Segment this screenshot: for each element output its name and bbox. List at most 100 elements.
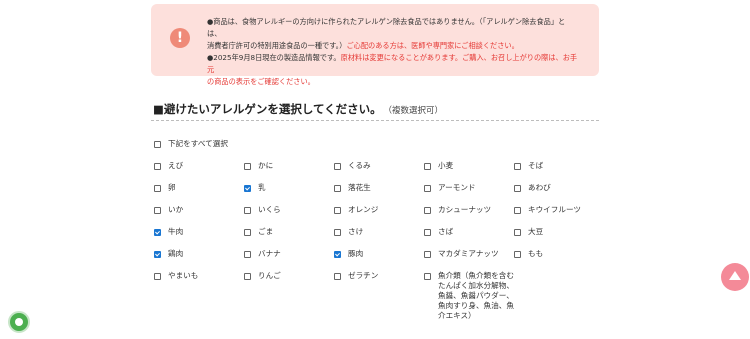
section-divider <box>151 120 599 121</box>
select-all-option-checkbox[interactable] <box>154 141 161 148</box>
allergen-option-15[interactable]: キウイフルーツ <box>514 205 581 215</box>
allergen-option-29[interactable]: 魚介類（魚介類を含むたんぱく加水分解物、魚醤、魚醤パウダー、魚肉すり身、魚油、魚… <box>424 271 518 321</box>
allergen-option-1[interactable]: えび <box>154 161 183 171</box>
allergen-option-16-label: 牛肉 <box>168 227 184 236</box>
allergen-option-1-label: えび <box>168 161 184 170</box>
allergen-heading: ■避けたいアレルゲンを選択してください。 （複数選択可） <box>153 101 443 117</box>
allergen-option-21-label: 鶏肉 <box>168 249 184 258</box>
allergen-option-11-label: いか <box>168 205 184 214</box>
notice-line-3a: ●2025年9月8日現在の製造品情報です。 <box>207 53 341 62</box>
allergen-option-6[interactable]: 卵 <box>154 183 176 193</box>
allergen-option-9-checkbox[interactable] <box>424 185 431 192</box>
allergen-option-9[interactable]: アーモンド <box>424 183 476 193</box>
allergen-option-25-label: もも <box>528 249 544 258</box>
allergen-option-29-checkbox[interactable] <box>424 273 431 280</box>
allergen-option-26-checkbox[interactable] <box>154 273 161 280</box>
accessibility-button[interactable] <box>8 311 30 333</box>
allergen-option-12[interactable]: いくら <box>244 205 281 215</box>
allergen-option-16[interactable]: 牛肉 <box>154 227 183 237</box>
allergen-option-12-checkbox[interactable] <box>244 207 251 214</box>
allergen-option-8-checkbox[interactable] <box>334 185 341 192</box>
allergen-option-23-checkbox[interactable] <box>334 251 341 258</box>
allergen-option-20-label: 大豆 <box>528 227 544 236</box>
allergen-option-20[interactable]: 大豆 <box>514 227 543 237</box>
allergen-option-19-checkbox[interactable] <box>424 229 431 236</box>
allergen-option-3-label: くるみ <box>348 161 371 170</box>
allergen-option-26[interactable]: やまいも <box>154 271 198 281</box>
allergen-option-27-label: りんご <box>258 271 281 280</box>
allergen-option-24-checkbox[interactable] <box>424 251 431 258</box>
allergen-option-23-label: 豚肉 <box>348 249 364 258</box>
notice-line-3: ●2025年9月8日現在の製造品情報です。原材料は変更になることがあります。ご購… <box>207 52 579 76</box>
allergen-option-17-label: ごま <box>258 227 274 236</box>
allergen-option-29-label: 魚介類（魚介類を含むたんぱく加水分解物、魚醤、魚醤パウダー、魚肉すり身、魚油、魚… <box>438 271 514 320</box>
allergen-option-13-checkbox[interactable] <box>334 207 341 214</box>
allergen-option-14[interactable]: カシューナッツ <box>424 205 491 215</box>
allergen-option-28-label: ゼラチン <box>348 271 379 280</box>
allergen-option-8[interactable]: 落花生 <box>334 183 371 193</box>
allergen-option-21[interactable]: 鶏肉 <box>154 249 183 259</box>
allergen-option-24-label: マカダミアナッツ <box>438 249 499 258</box>
allergen-option-10-label: あわび <box>528 183 551 192</box>
allergen-option-11-checkbox[interactable] <box>154 207 161 214</box>
allergen-option-24[interactable]: マカダミアナッツ <box>424 249 499 259</box>
allergy-notice: ! ●商品は、食物アレルギーの方向けに作られたアレルゲン除去食品ではありません。… <box>151 4 599 86</box>
allergen-option-20-checkbox[interactable] <box>514 229 521 236</box>
select-all-option-label: 下記をすべて選択 <box>168 139 228 148</box>
allergen-option-6-checkbox[interactable] <box>154 185 161 192</box>
allergen-option-22[interactable]: バナナ <box>244 249 281 259</box>
allergen-option-8-label: 落花生 <box>348 183 371 192</box>
allergen-heading-sub: （複数選択可） <box>387 106 443 116</box>
allergen-option-10-checkbox[interactable] <box>514 185 521 192</box>
allergen-option-9-label: アーモンド <box>438 183 476 192</box>
allergen-option-25-checkbox[interactable] <box>514 251 521 258</box>
allergen-option-7-checkbox[interactable] <box>244 185 251 192</box>
allergen-option-2-checkbox[interactable] <box>244 163 251 170</box>
allergen-option-17-checkbox[interactable] <box>244 229 251 236</box>
notice-line-2b: ご心配のある方は、医師や専門家にご相談ください。 <box>346 41 519 50</box>
allergen-option-22-label: バナナ <box>258 249 281 258</box>
allergen-option-15-checkbox[interactable] <box>514 207 521 214</box>
allergen-option-7[interactable]: 乳 <box>244 183 266 193</box>
allergen-option-2-label: かに <box>258 161 274 170</box>
allergen-option-19-label: さば <box>438 227 454 236</box>
allergen-option-1-checkbox[interactable] <box>154 163 161 170</box>
exclamation-icon: ! <box>170 28 190 48</box>
allergen-option-11[interactable]: いか <box>154 205 183 215</box>
allergen-option-5[interactable]: そば <box>514 161 543 171</box>
select-all-option[interactable]: 下記をすべて選択 <box>154 139 228 149</box>
notice-text: ●商品は、食物アレルギーの方向けに作られたアレルゲン除去食品ではありません。（「… <box>207 16 579 88</box>
allergen-option-4-checkbox[interactable] <box>424 163 431 170</box>
allergen-option-17[interactable]: ごま <box>244 227 273 237</box>
allergen-option-28-checkbox[interactable] <box>334 273 341 280</box>
notice-line-2a: 消費者庁許可の特別用途食品の一種です。） <box>207 41 347 50</box>
allergen-option-27[interactable]: りんご <box>244 271 281 281</box>
allergen-option-23[interactable]: 豚肉 <box>334 249 363 259</box>
allergen-option-3[interactable]: くるみ <box>334 161 371 171</box>
allergen-option-14-label: カシューナッツ <box>438 205 492 214</box>
notice-line-1: ●商品は、食物アレルギーの方向けに作られたアレルゲン除去食品ではありません。（「… <box>207 17 566 38</box>
allergen-option-13[interactable]: オレンジ <box>334 205 378 215</box>
allergen-option-16-checkbox[interactable] <box>154 229 161 236</box>
scroll-to-top-button[interactable] <box>721 263 749 291</box>
allergen-option-10[interactable]: あわび <box>514 183 551 193</box>
allergen-option-4[interactable]: 小麦 <box>424 161 453 171</box>
allergen-option-28[interactable]: ゼラチン <box>334 271 378 281</box>
allergen-option-27-checkbox[interactable] <box>244 273 251 280</box>
allergen-option-25[interactable]: もも <box>514 249 543 259</box>
allergen-option-18-label: さけ <box>348 227 364 236</box>
notice-line-4: の商品の表示をご確認ください。 <box>207 77 315 86</box>
allergen-option-22-checkbox[interactable] <box>244 251 251 258</box>
allergen-option-21-checkbox[interactable] <box>154 251 161 258</box>
allergen-option-18-checkbox[interactable] <box>334 229 341 236</box>
allergen-option-3-checkbox[interactable] <box>334 163 341 170</box>
allergen-option-18[interactable]: さけ <box>334 227 363 237</box>
allergen-option-14-checkbox[interactable] <box>424 207 431 214</box>
allergen-option-5-checkbox[interactable] <box>514 163 521 170</box>
allergen-option-6-label: 卵 <box>168 183 176 192</box>
allergen-option-13-label: オレンジ <box>348 205 379 214</box>
allergen-heading-title: ■避けたいアレルゲンを選択してください。 <box>153 102 382 116</box>
allergen-option-4-label: 小麦 <box>438 161 454 170</box>
allergen-option-2[interactable]: かに <box>244 161 273 171</box>
allergen-option-19[interactable]: さば <box>424 227 453 237</box>
